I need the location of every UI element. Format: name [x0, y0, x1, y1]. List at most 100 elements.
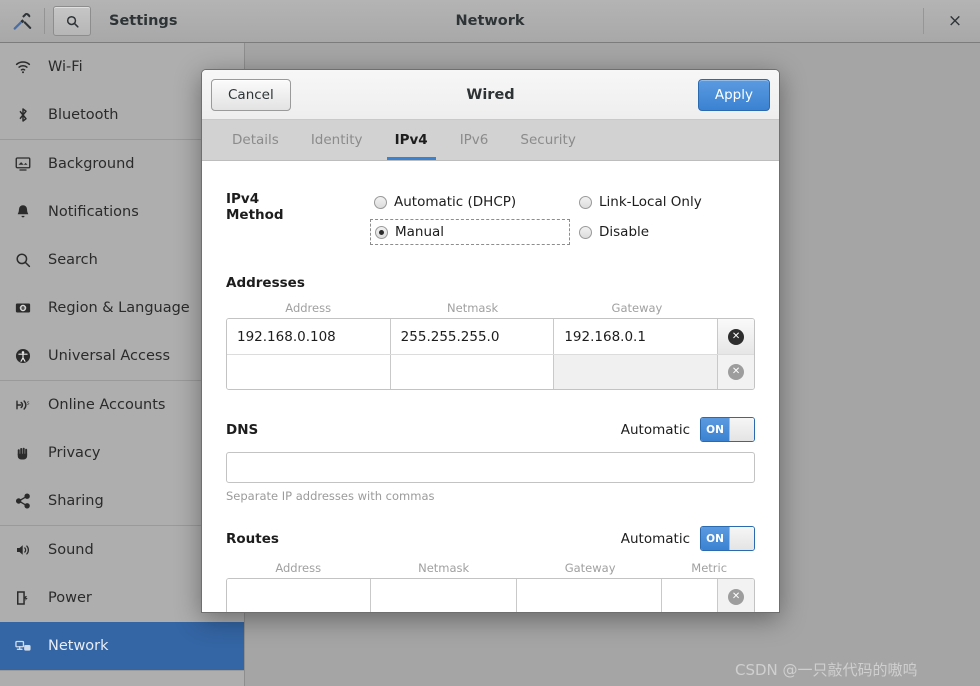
tab-details[interactable]: Details — [216, 120, 295, 160]
dns-title: DNS — [226, 421, 259, 438]
gateway-input[interactable]: 192.168.0.1 — [554, 319, 719, 354]
hand-icon — [14, 442, 44, 464]
svg-text:s: s — [27, 400, 30, 406]
online-accounts-icon: s — [14, 394, 44, 416]
radio-label: Disable — [599, 224, 650, 240]
netmask-input[interactable] — [390, 355, 555, 389]
tab-security[interactable]: Security — [504, 120, 591, 160]
table-row: ✕ — [227, 579, 754, 612]
titlebar-separator — [44, 8, 45, 34]
dns-header: DNS Automatic ON — [226, 417, 755, 442]
remove-circle-icon: ✕ — [728, 328, 745, 345]
radio-indicator — [375, 225, 388, 239]
radio-indicator — [579, 225, 592, 239]
column-header-netmask: Netmask — [418, 561, 470, 575]
radio-label: Manual — [395, 224, 445, 240]
gateway-input[interactable] — [554, 355, 719, 389]
sidebar-item-label: Online Accounts — [48, 397, 166, 413]
tab-identity[interactable]: Identity — [295, 120, 379, 160]
address-input[interactable]: 192.168.0.108 — [227, 319, 391, 354]
sidebar-item-label: Background — [48, 156, 135, 172]
remove-circle-icon: ✕ — [728, 364, 745, 380]
titlebar-divider — [923, 8, 924, 34]
apply-button[interactable]: Apply — [697, 78, 770, 111]
search-icon — [14, 249, 44, 271]
dialog-header: Cancel Wired Apply — [202, 70, 779, 120]
dialog-body: IPv4 Method Automatic (DHCP) Link-Local … — [202, 161, 779, 612]
routes-header: Routes Automatic ON — [226, 526, 755, 551]
addresses-title: Addresses — [226, 275, 305, 291]
routes-table: ✕ — [226, 578, 755, 612]
titlebar-right-group: × — [923, 0, 980, 43]
sidebar-item-label: Sharing — [48, 493, 104, 509]
column-header-netmask: Netmask — [447, 301, 499, 315]
background-icon — [14, 153, 44, 175]
network-icon — [14, 635, 44, 657]
radio-automatic-dhcp[interactable]: Automatic (DHCP) — [370, 189, 575, 215]
tab-ipv6[interactable]: IPv6 — [444, 120, 505, 160]
sidebar-item-label: Power — [48, 590, 92, 606]
radio-manual[interactable]: Manual — [370, 219, 570, 245]
delete-route-button: ✕ — [718, 579, 754, 612]
share-icon — [14, 490, 44, 512]
sidebar-item-network[interactable]: Network — [0, 622, 244, 670]
ipv4-method-options: Automatic (DHCP) Link-Local Only Manual … — [370, 187, 755, 247]
dns-servers-input[interactable] — [226, 452, 755, 483]
screen: + ⚙ + ⚙ Settings — [0, 0, 980, 686]
addresses-table: 192.168.0.108 255.255.255.0 192.168.0.1 … — [226, 318, 755, 390]
column-header-gateway: Gateway — [564, 561, 616, 575]
column-header-metric: Metric — [691, 561, 728, 575]
dialog-tabs: Details Identity IPv4 IPv6 Security — [202, 120, 779, 161]
dns-automatic-label: Automatic — [620, 421, 690, 438]
radio-label: Link-Local Only — [599, 194, 702, 210]
tab-ipv4[interactable]: IPv4 — [379, 120, 444, 160]
radio-indicator — [579, 195, 592, 209]
route-gateway-input[interactable] — [516, 579, 663, 612]
sidebar-item-label: Bluetooth — [48, 107, 119, 123]
routes-title: Routes — [226, 530, 279, 547]
bell-icon — [14, 201, 44, 223]
sidebar-item-label: Universal Access — [48, 348, 171, 364]
route-netmask-input[interactable] — [370, 579, 517, 612]
radio-label: Automatic (DHCP) — [394, 194, 517, 210]
addresses-column-headers: Address Netmask Gateway — [226, 301, 755, 315]
watermark: CSDN @一只敲代码的嗷呜 — [735, 661, 918, 679]
dns-automatic-toggle[interactable]: ON — [700, 417, 755, 442]
tools-icon — [0, 0, 44, 43]
sidebar-item-label: Notifications — [48, 204, 139, 220]
sidebar-item-label: Region & Language — [48, 300, 190, 316]
delete-address-button[interactable]: ✕ — [718, 319, 754, 354]
radio-indicator — [374, 195, 387, 209]
column-header-address: Address — [275, 561, 322, 575]
routes-section: Routes Automatic ON Address Netmask Gate… — [226, 526, 755, 612]
ipv4-method-label: IPv4 Method — [226, 191, 284, 223]
wired-connection-dialog: Cancel Wired Apply Details Identity IPv4… — [201, 69, 780, 613]
route-address-input[interactable] — [227, 579, 371, 612]
speaker-icon — [14, 539, 44, 561]
radio-link-local-only[interactable]: Link-Local Only — [575, 189, 755, 215]
ipv4-method-section: IPv4 Method Automatic (DHCP) Link-Local … — [226, 187, 755, 247]
app-title: Settings — [109, 13, 178, 29]
titlebar-left-group: Settings — [0, 0, 245, 43]
toggle-state-label: ON — [701, 527, 729, 550]
sidebar-separator — [0, 670, 244, 671]
radio-disable[interactable]: Disable — [575, 219, 755, 245]
region-icon — [14, 297, 44, 319]
address-input[interactable] — [227, 355, 391, 389]
route-metric-input[interactable] — [662, 579, 719, 612]
netmask-input[interactable]: 255.255.255.0 — [390, 319, 555, 354]
dns-hint: Separate IP addresses with commas — [226, 489, 435, 503]
close-icon[interactable]: × — [938, 4, 972, 38]
accessibility-icon — [14, 345, 44, 367]
sidebar-item-label: Privacy — [48, 445, 101, 461]
dns-section: DNS Automatic ON Separate IP addresses w… — [226, 417, 755, 503]
cancel-button[interactable]: Cancel — [211, 78, 291, 111]
wifi-icon — [14, 56, 44, 78]
window-titlebar: Settings Network × — [0, 0, 980, 43]
routes-automatic-toggle[interactable]: ON — [700, 526, 755, 551]
sidebar-item-label: Sound — [48, 542, 94, 558]
addresses-section: Addresses Address Netmask Gateway 192.16… — [226, 275, 755, 390]
search-button[interactable] — [53, 6, 91, 36]
delete-address-button: ✕ — [718, 355, 754, 389]
toggle-knob — [729, 418, 754, 441]
